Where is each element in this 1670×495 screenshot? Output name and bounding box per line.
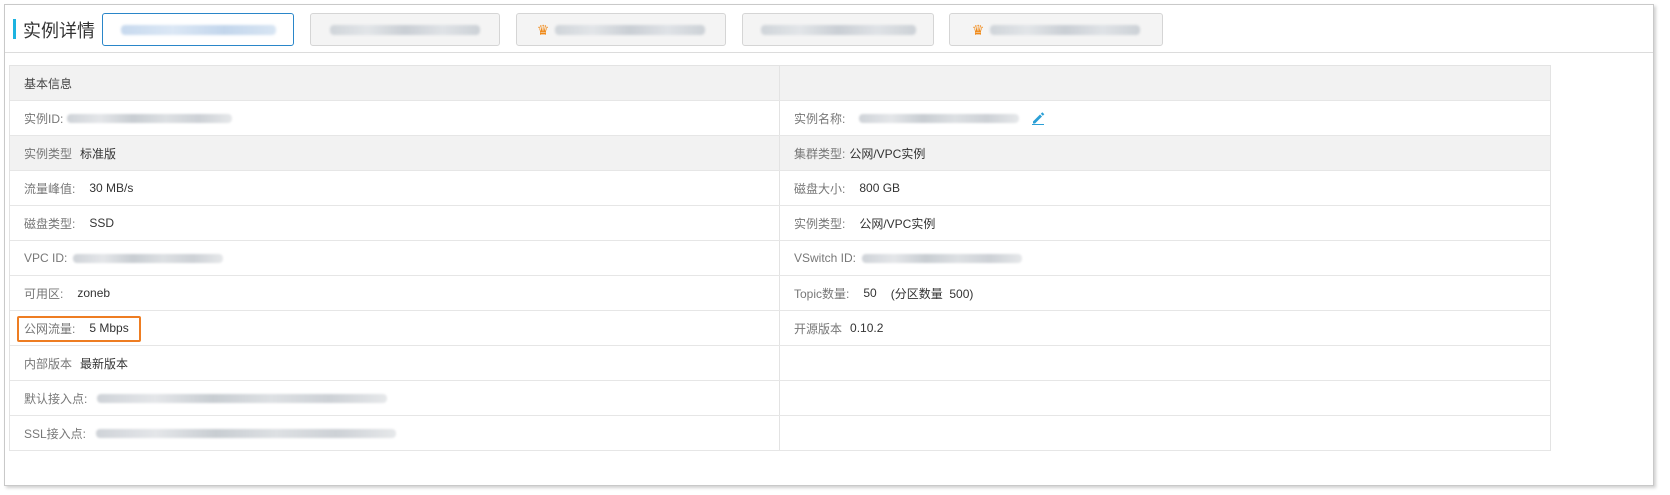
cluster-type-cell: 集群类型: 公网/VPC实例 bbox=[780, 136, 1550, 170]
topic-count-cell: Topic数量: 50 (分区数量 500) bbox=[780, 276, 1550, 310]
instance-id-label: 实例ID: bbox=[24, 111, 64, 126]
detail-header: 实例详情 ♛ ♛ bbox=[5, 5, 1653, 53]
instance-type-label: 实例类型 bbox=[24, 146, 73, 161]
redacted-tab-label bbox=[120, 24, 276, 35]
partition-count: (分区数量 500) bbox=[890, 286, 974, 301]
instance-name-label: 实例名称: bbox=[794, 111, 846, 126]
vswitch-id-value bbox=[862, 253, 1023, 263]
disk-type-cell: 磁盘类型: SSD bbox=[10, 206, 780, 240]
traffic-peak-cell: 流量峰值: 30 MB/s bbox=[10, 171, 780, 205]
topic-count-label: Topic数量: bbox=[794, 286, 850, 301]
instance-name-value bbox=[859, 113, 1020, 123]
table-row: 磁盘类型: SSD 实例类型: 公网/VPC实例 bbox=[10, 206, 1550, 241]
highlight-box bbox=[17, 316, 141, 342]
cluster-type-value: 公网/VPC实例 bbox=[849, 146, 926, 161]
instance-detail-panel: 实例详情 ♛ ♛ 基本信息 实例ID: 实例名称: 实例类型 标准版 集群类型:… bbox=[4, 4, 1654, 486]
instance-type-2-value: 公网/VPC实例 bbox=[859, 216, 936, 231]
instance-tab-3[interactable]: ♛ bbox=[516, 13, 726, 46]
zone-label: 可用区: bbox=[24, 286, 64, 301]
cluster-type-label: 集群类型: bbox=[794, 146, 846, 161]
ssl-endpoint-label: SSL接入点: bbox=[24, 426, 87, 441]
table-row: 默认接入点: bbox=[10, 381, 1550, 416]
open-source-version-label: 开源版本 bbox=[794, 321, 843, 336]
open-source-version-cell: 开源版本 0.10.2 bbox=[780, 311, 1550, 345]
instance-tab-4[interactable] bbox=[742, 13, 934, 46]
ssl-endpoint-cell: SSL接入点: bbox=[10, 416, 780, 450]
pencil-edit-icon[interactable] bbox=[1031, 111, 1045, 125]
ssl-endpoint-value bbox=[96, 428, 397, 438]
crown-icon: ♛ bbox=[536, 21, 550, 38]
vpc-id-cell: VPC ID: bbox=[10, 241, 780, 275]
instance-id-value bbox=[67, 113, 233, 123]
table-row: 实例ID: 实例名称: bbox=[10, 101, 1550, 136]
vpc-id-label: VPC ID: bbox=[24, 251, 68, 265]
disk-size-value: 800 GB bbox=[859, 181, 901, 195]
internal-version-label: 内部版本 bbox=[24, 356, 73, 371]
table-row: 实例类型 标准版 集群类型: 公网/VPC实例 bbox=[10, 136, 1550, 171]
table-row: 流量峰值: 30 MB/s 磁盘大小: 800 GB bbox=[10, 171, 1550, 206]
redacted-tab-label bbox=[760, 24, 916, 35]
table-row: 内部版本 最新版本 bbox=[10, 346, 1550, 381]
instance-tab-5[interactable]: ♛ bbox=[949, 13, 1163, 46]
instance-name-cell: 实例名称: bbox=[780, 101, 1550, 135]
disk-type-label: 磁盘类型: bbox=[24, 216, 76, 231]
vpc-id-value bbox=[73, 253, 224, 263]
topic-count-value: 50 bbox=[863, 286, 877, 300]
instance-type-2-label: 实例类型: bbox=[794, 216, 846, 231]
default-endpoint-cell: 默认接入点: bbox=[10, 381, 780, 415]
table-row: 公网流量: 5 Mbps 开源版本 0.10.2 bbox=[10, 311, 1550, 346]
page-title: 实例详情 bbox=[23, 21, 95, 42]
disk-size-label: 磁盘大小: bbox=[794, 181, 846, 196]
instance-type-2-cell: 实例类型: 公网/VPC实例 bbox=[780, 206, 1550, 240]
vswitch-id-cell: VSwitch ID: bbox=[780, 241, 1550, 275]
basic-info-table: 基本信息 实例ID: 实例名称: 实例类型 标准版 集群类型: 公网/VPC实例… bbox=[9, 65, 1551, 451]
crown-icon: ♛ bbox=[971, 21, 985, 38]
table-row: 基本信息 bbox=[10, 66, 1550, 101]
disk-type-value: SSD bbox=[89, 216, 115, 230]
table-row: 可用区: zoneb Topic数量: 50 (分区数量 500) bbox=[10, 276, 1550, 311]
instance-tab-1[interactable] bbox=[102, 13, 294, 46]
open-source-version-value: 0.10.2 bbox=[850, 321, 884, 335]
section-title-cell: 基本信息 bbox=[10, 66, 780, 100]
redacted-tab-label bbox=[990, 24, 1141, 35]
disk-size-cell: 磁盘大小: 800 GB bbox=[780, 171, 1550, 205]
public-traffic-cell: 公网流量: 5 Mbps bbox=[10, 311, 780, 345]
section-title: 基本信息 bbox=[24, 76, 73, 91]
table-row: VPC ID: VSwitch ID: bbox=[10, 241, 1550, 276]
default-endpoint-value bbox=[97, 393, 388, 403]
instance-tab-2[interactable] bbox=[310, 13, 500, 46]
table-row: SSL接入点: bbox=[10, 416, 1550, 451]
default-endpoint-label: 默认接入点: bbox=[24, 391, 88, 406]
redacted-tab-label bbox=[555, 24, 706, 35]
redacted-tab-label bbox=[330, 24, 480, 35]
traffic-peak-label: 流量峰值: bbox=[24, 181, 76, 196]
traffic-peak-value: 30 MB/s bbox=[89, 181, 134, 195]
internal-version-cell: 内部版本 最新版本 bbox=[10, 346, 780, 380]
title-accent-bar bbox=[13, 19, 16, 39]
internal-version-value: 最新版本 bbox=[80, 356, 129, 371]
vswitch-id-label: VSwitch ID: bbox=[794, 251, 857, 265]
zone-cell: 可用区: zoneb bbox=[10, 276, 780, 310]
instance-type-value: 标准版 bbox=[80, 146, 117, 161]
instance-type-cell: 实例类型 标准版 bbox=[10, 136, 780, 170]
zone-value: zoneb bbox=[77, 286, 111, 300]
instance-id-cell: 实例ID: bbox=[10, 101, 780, 135]
